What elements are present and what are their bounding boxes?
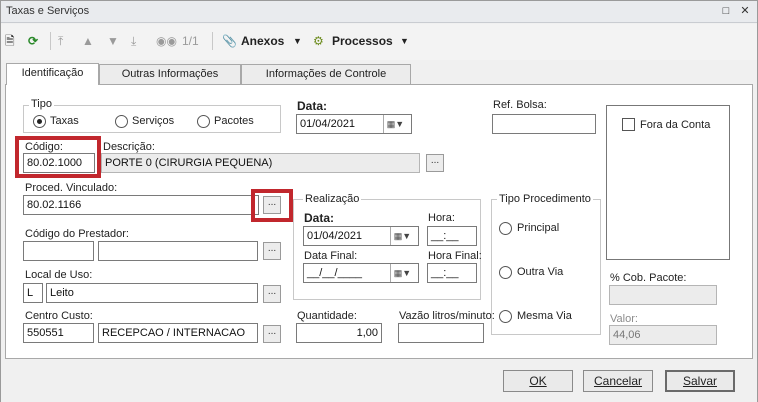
descricao-lookup-button[interactable]: ... [426,154,444,172]
centro-custo-label: Centro Custo: [25,310,93,322]
cancel-button-label: Cancelar [593,374,643,388]
toolbar-separator [50,32,51,50]
centro-custo-lookup-button[interactable]: ... [263,325,281,343]
tipo-taxas-radio[interactable] [33,115,46,128]
realizacao-data-value: 01/04/2021 [307,230,363,242]
data-final-value: __/__/____ [307,267,363,279]
binoculars-icon[interactable]: ◉◉ [156,32,177,50]
vazao-field[interactable] [398,323,484,343]
attachment-icon: 📎 [222,34,237,48]
codigo-prestador-label: Código do Prestador: [25,228,129,240]
codigo-prestador-field[interactable] [23,241,94,261]
tipo-pacotes-radio[interactable] [197,115,210,128]
refresh-icon[interactable]: ⟳ [28,32,38,50]
local-uso-code-field[interactable]: L [23,283,43,303]
calendar-icon[interactable]: ▦▼ [383,115,407,133]
quantidade-field[interactable]: 1,00 [296,323,382,343]
data-final-label: Data Final: [304,250,358,262]
close-icon[interactable]: ✕ [738,4,752,18]
tipo-servicos-label: Serviços [132,115,175,127]
outra-via-label: Outra Via [517,266,564,278]
prestador-lookup-button[interactable]: ... [263,242,281,260]
centro-custo-code-field[interactable]: 550551 [23,323,94,343]
ref-bolsa-label: Ref. Bolsa: [493,99,547,111]
proced-lookup-highlight [251,189,293,222]
descricao-field[interactable]: PORTE 0 (CIRURGIA PEQUENA) [101,153,420,173]
toolbar-separator [212,32,213,50]
valor-field: 44,06 [609,325,717,345]
hora-field[interactable]: __:__ [427,226,477,246]
previous-record-icon[interactable]: ▲ [82,32,94,50]
tab-identificacao[interactable]: Identificação [6,63,99,85]
save-button[interactable]: Salvar [665,370,735,392]
local-uso-lookup-button[interactable]: ... [263,285,281,303]
hora-label: Hora: [428,212,455,224]
dialog-window: Taxas e Serviços □ ✕ 🗎 ⟳ ⤒ ▲ ▼ ⤓ ◉◉ 1/1 … [0,0,758,402]
ok-button-label: OK [529,374,547,388]
centro-custo-name-field[interactable]: RECEPCAO / INTERNACAO [98,323,258,343]
tipo-procedimento-title: Tipo Procedimento [497,193,593,205]
realizacao-data-label: Data: [304,211,335,225]
outra-via-radio[interactable] [499,266,512,279]
fora-da-conta-checkbox[interactable] [622,118,635,131]
calendar-icon[interactable]: ▦▼ [390,264,414,282]
fora-da-conta-label: Fora da Conta [640,119,711,131]
descricao-label: Descrição: [103,141,155,153]
save-button-label: Salvar [682,374,717,388]
codigo-highlight [15,136,101,178]
last-record-icon[interactable]: ⤓ [131,32,136,50]
tab-informacoes-controle[interactable]: Informações de Controle [241,64,411,84]
restore-icon[interactable]: □ [719,4,733,18]
data-label: Data: [297,99,328,113]
calendar-icon[interactable]: ▦▼ [390,227,414,245]
local-uso-label: Local de Uso: [25,269,93,281]
realizacao-data-field[interactable]: 01/04/2021 ▦▼ [303,226,419,246]
mesma-via-label: Mesma Via [517,310,572,322]
chevron-down-icon[interactable]: ▼ [400,32,409,50]
cob-pacote-field[interactable] [609,285,717,305]
hora-final-field[interactable]: __:__ [427,263,477,283]
proced-vinculado-field[interactable]: 80.02.1166 [23,195,259,215]
tipo-servicos-radio[interactable] [115,115,128,128]
hora-final-label: Hora Final: [428,250,482,262]
cob-pacote-label: % Cob. Pacote: [610,272,687,284]
realizacao-title: Realização [303,193,362,205]
page-indicator: 1/1 [182,34,199,48]
data-final-field[interactable]: __/__/____ ▦▼ [303,263,419,283]
principal-radio[interactable] [499,222,512,235]
anexos-menu[interactable]: Anexos [241,32,284,50]
window-title: Taxas e Serviços [6,5,90,17]
tab-outras-informacoes[interactable]: Outras Informações [99,64,241,84]
ok-button[interactable]: OK [503,370,573,392]
data-field[interactable]: 01/04/2021 ▦▼ [296,114,412,134]
proced-vinculado-label: Proced. Vinculado: [25,182,118,194]
mesma-via-radio[interactable] [499,310,512,323]
local-uso-name-field[interactable]: Leito [46,283,258,303]
valor-label: Valor: [610,313,638,325]
toolbar: 🗎 ⟳ ⤒ ▲ ▼ ⤓ ◉◉ 1/1 📎 Anexos ▼ ⚙ Processo… [1,24,757,60]
tipo-taxas-label: Taxas [50,115,79,127]
vazao-label: Vazão litros/minuto: [399,310,495,322]
data-value: 01/04/2021 [300,118,356,130]
principal-label: Principal [517,222,560,234]
tipo-label: Tipo [29,98,54,110]
first-record-icon[interactable]: ⤒ [58,32,63,50]
new-document-icon[interactable]: 🗎 [5,32,15,50]
prestador-name-field[interactable] [98,241,258,261]
quantidade-label: Quantidade: [297,310,357,322]
processos-menu[interactable]: Processos [332,32,393,50]
ref-bolsa-field[interactable] [492,114,596,134]
title-bar: Taxas e Serviços □ ✕ [1,1,757,23]
chevron-down-icon[interactable]: ▼ [293,32,302,50]
tipo-pacotes-label: Pacotes [214,115,254,127]
next-record-icon[interactable]: ▼ [107,32,119,50]
processos-gear-icon: ⚙ [313,34,324,48]
cancel-button[interactable]: Cancelar [583,370,653,392]
